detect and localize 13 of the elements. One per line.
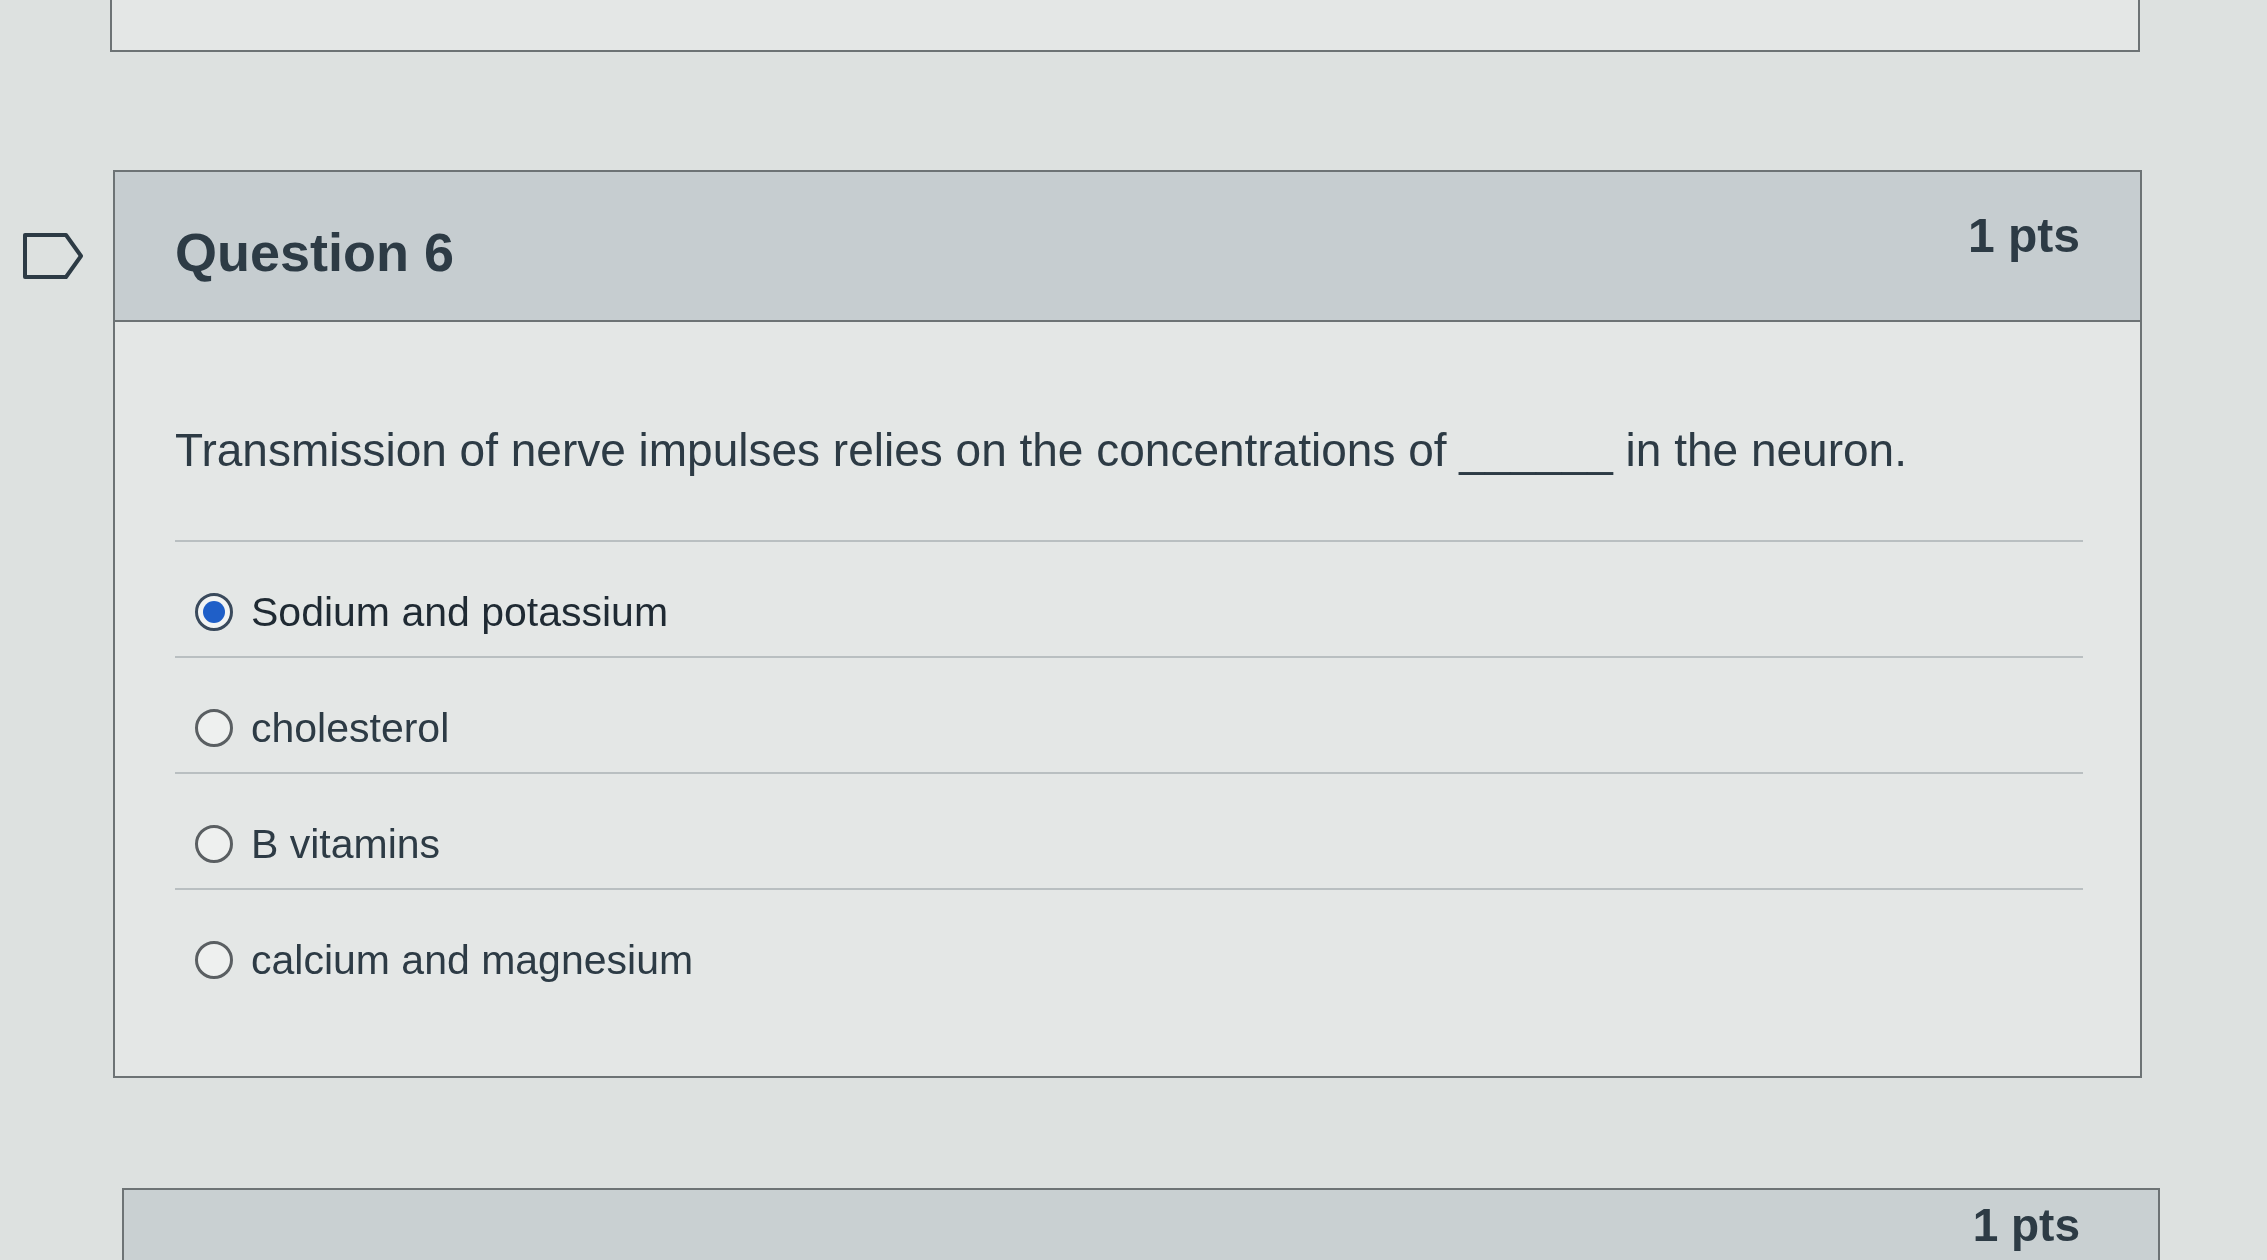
answer-label[interactable]: Sodium and potassium xyxy=(251,588,669,636)
answer-label[interactable]: B vitamins xyxy=(251,820,441,868)
radio-button[interactable] xyxy=(195,941,233,979)
radio-button[interactable] xyxy=(195,709,233,747)
question-title: Question 6 xyxy=(175,221,455,284)
question-points: 1 pts xyxy=(1967,208,2080,264)
question-points: 1 pts xyxy=(1972,1200,2080,1253)
radio-button[interactable] xyxy=(195,825,233,863)
flag-icon[interactable] xyxy=(22,232,84,280)
answer-label[interactable]: cholesterol xyxy=(251,704,450,752)
radio-button[interactable] xyxy=(195,593,233,631)
question-text: Transmission of nerve impulses relies on the concentrations of ______ in the neuron. xyxy=(175,424,1908,476)
answer-label[interactable]: calcium and magnesium xyxy=(251,936,694,984)
